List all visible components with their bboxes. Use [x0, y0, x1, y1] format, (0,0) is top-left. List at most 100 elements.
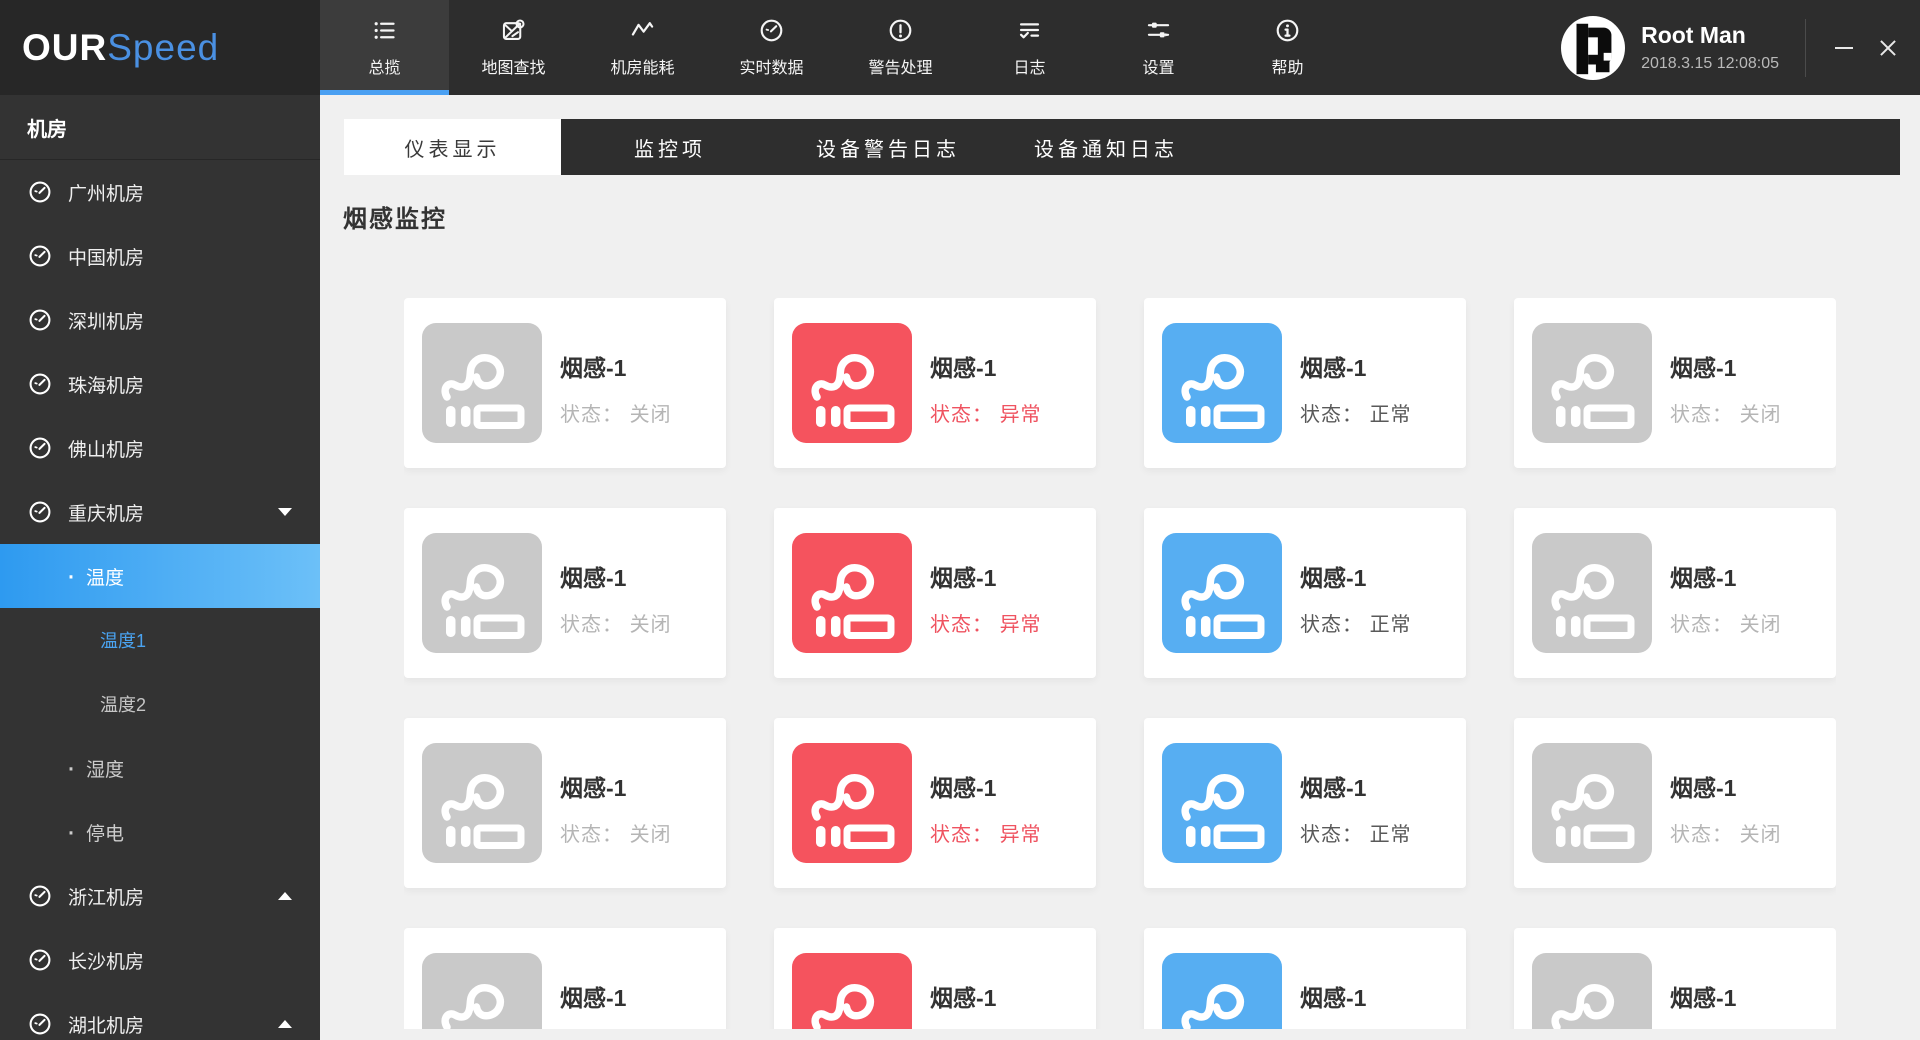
nav-item-overview[interactable]: 总揽: [320, 0, 449, 95]
sensor-name: 烟感-1: [930, 985, 997, 1011]
sensor-name: 烟感-1: [930, 565, 997, 591]
nav-item-settings[interactable]: 设置: [1094, 0, 1223, 95]
map-search-icon: [500, 17, 527, 44]
close-button[interactable]: [1866, 0, 1910, 95]
sensor-card[interactable]: 烟感-1 状态： 异常: [774, 298, 1096, 468]
smoke-sensor-icon: [1532, 953, 1652, 1029]
sensor-card[interactable]: 烟感-1 状态： 关闭: [404, 928, 726, 1029]
nav-item-energy[interactable]: 机房能耗: [578, 0, 707, 95]
sidebar-item-foshan[interactable]: 佛山机房: [0, 416, 320, 480]
tab-device-alert-log[interactable]: 设备警告日志: [779, 119, 997, 175]
gauge-icon: [27, 435, 53, 461]
sensor-status: 状态： 关闭: [1670, 1028, 1782, 1029]
tab-device-notice-log[interactable]: 设备通知日志: [997, 119, 1215, 175]
nav-label: 日志: [1013, 60, 1046, 77]
smoke-sensor-icon: [1162, 743, 1282, 863]
sliders-icon: [1145, 17, 1172, 44]
sensor-card[interactable]: 烟感-1 状态： 关闭: [404, 508, 726, 678]
close-icon: [1879, 39, 1897, 57]
nav-item-logs[interactable]: 日志: [965, 0, 1094, 95]
sidebar: 机房 广州机房 中国机房 深圳机房 珠海机房 佛山机房 重庆机房 · 温度 温度…: [0, 95, 320, 1040]
sensor-status: 状态： 关闭: [560, 824, 672, 846]
sidebar-item-shenzhen[interactable]: 深圳机房: [0, 288, 320, 352]
sensor-status: 状态： 异常: [930, 404, 1042, 426]
smoke-sensor-icon: [1532, 533, 1652, 653]
nav-item-realtime-data[interactable]: 实时数据: [707, 0, 836, 95]
smoke-sensor-icon: [422, 533, 542, 653]
sensor-card[interactable]: 烟感-1 状态： 关闭: [1514, 718, 1836, 888]
smoke-sensor-icon: [1532, 743, 1652, 863]
sensor-card[interactable]: 烟感-1 状态： 正常: [1144, 928, 1466, 1029]
smoke-sensor-icon: [1162, 953, 1282, 1029]
sidebar-subitem-humidity[interactable]: · 湿度: [0, 736, 320, 800]
top-navigation: 总揽 地图查找 机房能耗 实时数据 警告处理 日志 设置 帮助: [320, 0, 1352, 95]
chevron-down-icon: [278, 508, 292, 516]
sidebar-item-label: 温度1: [100, 631, 147, 651]
gauge-icon: [27, 243, 53, 269]
sensor-status: 状态： 正常: [1300, 1028, 1412, 1029]
avatar[interactable]: [1561, 15, 1626, 80]
sensor-name: 烟感-1: [560, 985, 627, 1011]
sensor-name: 烟感-1: [930, 355, 997, 381]
minimize-button[interactable]: [1822, 0, 1866, 95]
sidebar-item-guangzhou[interactable]: 广州机房: [0, 160, 320, 224]
sidebar-subitem-temperature[interactable]: · 温度: [0, 544, 320, 608]
sidebar-item-hubei[interactable]: 湖北机房: [0, 992, 320, 1040]
sidebar-item-label: 长沙机房: [68, 951, 145, 973]
minimize-icon: [1835, 46, 1853, 49]
logo-accent: Speed: [107, 26, 220, 68]
nav-label: 机房能耗: [610, 60, 675, 77]
sidebar-subitem-power-outage[interactable]: · 停电: [0, 800, 320, 864]
sidebar-item-label: 浙江机房: [68, 887, 145, 909]
gauge-icon: [27, 947, 53, 973]
gauge-icon: [758, 17, 785, 44]
nav-item-help[interactable]: 帮助: [1223, 0, 1352, 95]
sensor-status: 状态： 正常: [1300, 824, 1412, 846]
sensor-name: 烟感-1: [1670, 775, 1737, 801]
sensor-name: 烟感-1: [560, 565, 627, 591]
nav-item-map-search[interactable]: 地图查找: [449, 0, 578, 95]
sensor-card[interactable]: 烟感-1 状态： 正常: [1144, 298, 1466, 468]
sidebar-item-zhejiang[interactable]: 浙江机房: [0, 864, 320, 928]
sensor-status: 状态： 正常: [1300, 404, 1412, 426]
sensor-card[interactable]: 烟感-1 状态： 关闭: [404, 298, 726, 468]
sensor-grid: 烟感-1 状态： 关闭 烟感-1 状态： 异常 烟感-1 状态： 正常 烟感-1…: [404, 298, 1836, 1029]
smoke-sensor-icon: [792, 743, 912, 863]
sensor-card[interactable]: 烟感-1 状态： 正常: [1144, 718, 1466, 888]
sidebar-subitem-temperature1[interactable]: 温度1: [0, 608, 320, 672]
sidebar-item-label: 湿度: [86, 759, 125, 781]
sensor-card[interactable]: 烟感-1 状态： 关闭: [1514, 928, 1836, 1029]
sensor-status: 状态： 关闭: [560, 614, 672, 636]
main-content: 仪表显示 监控项 设备警告日志 设备通知日志 烟感监控 烟感-1 状态： 关闭 …: [320, 95, 1920, 1040]
logo-primary: OUR: [22, 26, 108, 68]
sidebar-subitem-temperature2[interactable]: 温度2: [0, 672, 320, 736]
sensor-card[interactable]: 烟感-1 状态： 异常: [774, 508, 1096, 678]
alert-icon: [887, 17, 914, 44]
sensor-card[interactable]: 烟感-1 状态： 异常: [774, 928, 1096, 1029]
smoke-sensor-icon: [792, 953, 912, 1029]
sidebar-item-chongqing[interactable]: 重庆机房: [0, 480, 320, 544]
sidebar-item-zhuhai[interactable]: 珠海机房: [0, 352, 320, 416]
divider: [1805, 18, 1806, 77]
chevron-up-icon: [278, 892, 292, 900]
user-name: Root Man: [1641, 22, 1746, 48]
sidebar-item-changsha[interactable]: 长沙机房: [0, 928, 320, 992]
tab-dashboard-display[interactable]: 仪表显示: [344, 119, 561, 175]
smoke-sensor-icon: [792, 533, 912, 653]
sensor-card[interactable]: 烟感-1 状态： 异常: [774, 718, 1096, 888]
sidebar-item-label: 重庆机房: [68, 503, 145, 525]
nav-label: 设置: [1142, 60, 1175, 77]
sidebar-item-china[interactable]: 中国机房: [0, 224, 320, 288]
sensor-name: 烟感-1: [560, 775, 627, 801]
sensor-card[interactable]: 烟感-1 状态： 关闭: [1514, 508, 1836, 678]
sensor-card[interactable]: 烟感-1 状态： 关闭: [404, 718, 726, 888]
smoke-sensor-icon: [1532, 323, 1652, 443]
nav-item-alert-handling[interactable]: 警告处理: [836, 0, 965, 95]
tab-monitor-items[interactable]: 监控项: [561, 119, 779, 175]
tab-bar: 仪表显示 监控项 设备警告日志 设备通知日志: [344, 119, 1900, 175]
sensor-card[interactable]: 烟感-1 状态： 关闭: [1514, 298, 1836, 468]
sensor-status: 状态： 正常: [1300, 614, 1412, 636]
smoke-sensor-icon: [422, 743, 542, 863]
sensor-card[interactable]: 烟感-1 状态： 正常: [1144, 508, 1466, 678]
sidebar-item-label: 温度2: [100, 695, 147, 715]
